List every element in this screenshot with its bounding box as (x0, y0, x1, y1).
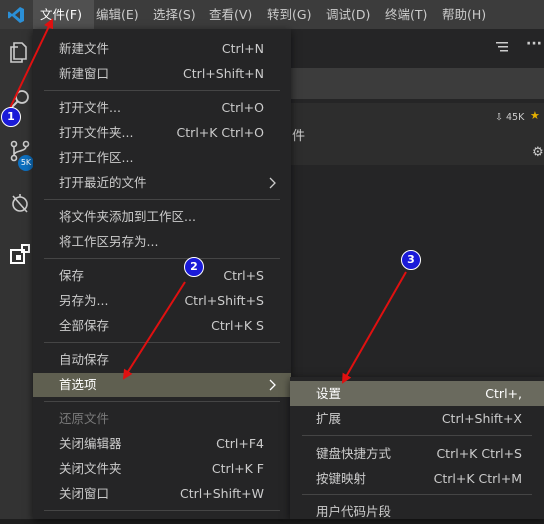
menu-separator (44, 199, 280, 200)
menu-separator (302, 494, 532, 495)
submenu-item-extensions[interactable]: 扩展 Ctrl+Shift+X (290, 406, 544, 431)
extension-partial-text: 件 (292, 129, 306, 144)
step-3-badge: 3 (401, 250, 421, 270)
menu-edit[interactable]: 编辑(E) (96, 0, 139, 29)
menu-terminal[interactable]: 终端(T) (385, 0, 427, 29)
chevron-right-icon (269, 379, 276, 391)
menu-item-close-window[interactable]: 关闭窗口 Ctrl+Shift+W (33, 482, 291, 506)
menu-item-save-workspace-as[interactable]: 将工作区另存为... (33, 230, 291, 254)
menu-item-open-file[interactable]: 打开文件... Ctrl+O (33, 96, 291, 120)
menu-separator (44, 258, 280, 259)
chevron-right-icon (269, 177, 276, 189)
menu-item-add-folder-to-workspace[interactable]: 将文件夹添加到工作区... (33, 205, 291, 229)
menu-separator (44, 401, 280, 402)
menu-item-close-folder[interactable]: 关闭文件夹 Ctrl+K F (33, 457, 291, 481)
debug-icon[interactable] (8, 191, 32, 215)
menu-bar: 文件(F) 编辑(E) 选择(S) 查看(V) 转到(G) 调试(D) 终端(T… (0, 0, 544, 29)
more-actions-icon[interactable]: ··· (526, 36, 542, 52)
vscode-logo-icon (8, 7, 24, 23)
menu-separator (44, 90, 280, 91)
menu-separator (302, 435, 532, 436)
download-icon: ⇩ (495, 112, 503, 123)
menu-item-open-folder[interactable]: 打开文件夹... Ctrl+K Ctrl+O (33, 121, 291, 145)
submenu-item-keymaps[interactable]: 按键映射 Ctrl+K Ctrl+M (290, 466, 544, 491)
menu-separator (44, 510, 280, 511)
panel-header: ··· (290, 36, 544, 58)
menu-view[interactable]: 查看(V) (209, 0, 252, 29)
menu-item-save[interactable]: 保存 Ctrl+S (33, 264, 291, 288)
menu-debug[interactable]: 调试(D) (326, 0, 370, 29)
menu-item-save-as[interactable]: 另存为... Ctrl+Shift+S (33, 289, 291, 313)
menu-item-preferences[interactable]: 首选项 (33, 373, 291, 397)
submenu-item-keyboard-shortcuts[interactable]: 键盘快捷方式 Ctrl+K Ctrl+S (290, 441, 544, 466)
menu-item-auto-save[interactable]: 自动保存 (33, 348, 291, 372)
explorer-icon[interactable] (8, 40, 32, 64)
menu-selection[interactable]: 选择(S) (153, 0, 196, 29)
menu-separator (44, 342, 280, 343)
download-count: 45K (506, 112, 525, 123)
extensions-icon[interactable] (8, 242, 32, 266)
menu-item-open-recent[interactable]: 打开最近的文件 (33, 171, 291, 195)
menu-item-new-window[interactable]: 新建窗口 Ctrl+Shift+N (33, 62, 291, 86)
menu-item-new-file[interactable]: 新建文件 Ctrl+N (33, 37, 291, 61)
star-icon: ★ (530, 109, 540, 122)
step-1-badge: 1 (1, 107, 21, 127)
menu-item-revert-file: 还原文件 (59, 411, 110, 426)
step-2-badge: 2 (184, 257, 204, 277)
extension-card[interactable]: ⇩ 45K ★ 件 ⚙ (290, 103, 544, 165)
list-filter-icon[interactable] (495, 40, 509, 54)
source-control-badge: 5K (18, 155, 34, 171)
menu-item-save-all[interactable]: 全部保存 Ctrl+K S (33, 314, 291, 338)
menu-help[interactable]: 帮助(H) (442, 0, 486, 29)
search-bar[interactable] (290, 68, 544, 99)
gear-icon[interactable]: ⚙ (532, 145, 544, 160)
submenu-item-settings[interactable]: 设置 Ctrl+, (290, 381, 544, 406)
menu-item-close-editor[interactable]: 关闭编辑器 Ctrl+F4 (33, 432, 291, 456)
menu-file[interactable]: 文件(F) (33, 0, 94, 29)
submenu-item-user-snippets[interactable]: 用户代码片段 (290, 499, 544, 524)
menu-go[interactable]: 转到(G) (267, 0, 311, 29)
menu-item-open-workspace[interactable]: 打开工作区... (33, 146, 291, 170)
